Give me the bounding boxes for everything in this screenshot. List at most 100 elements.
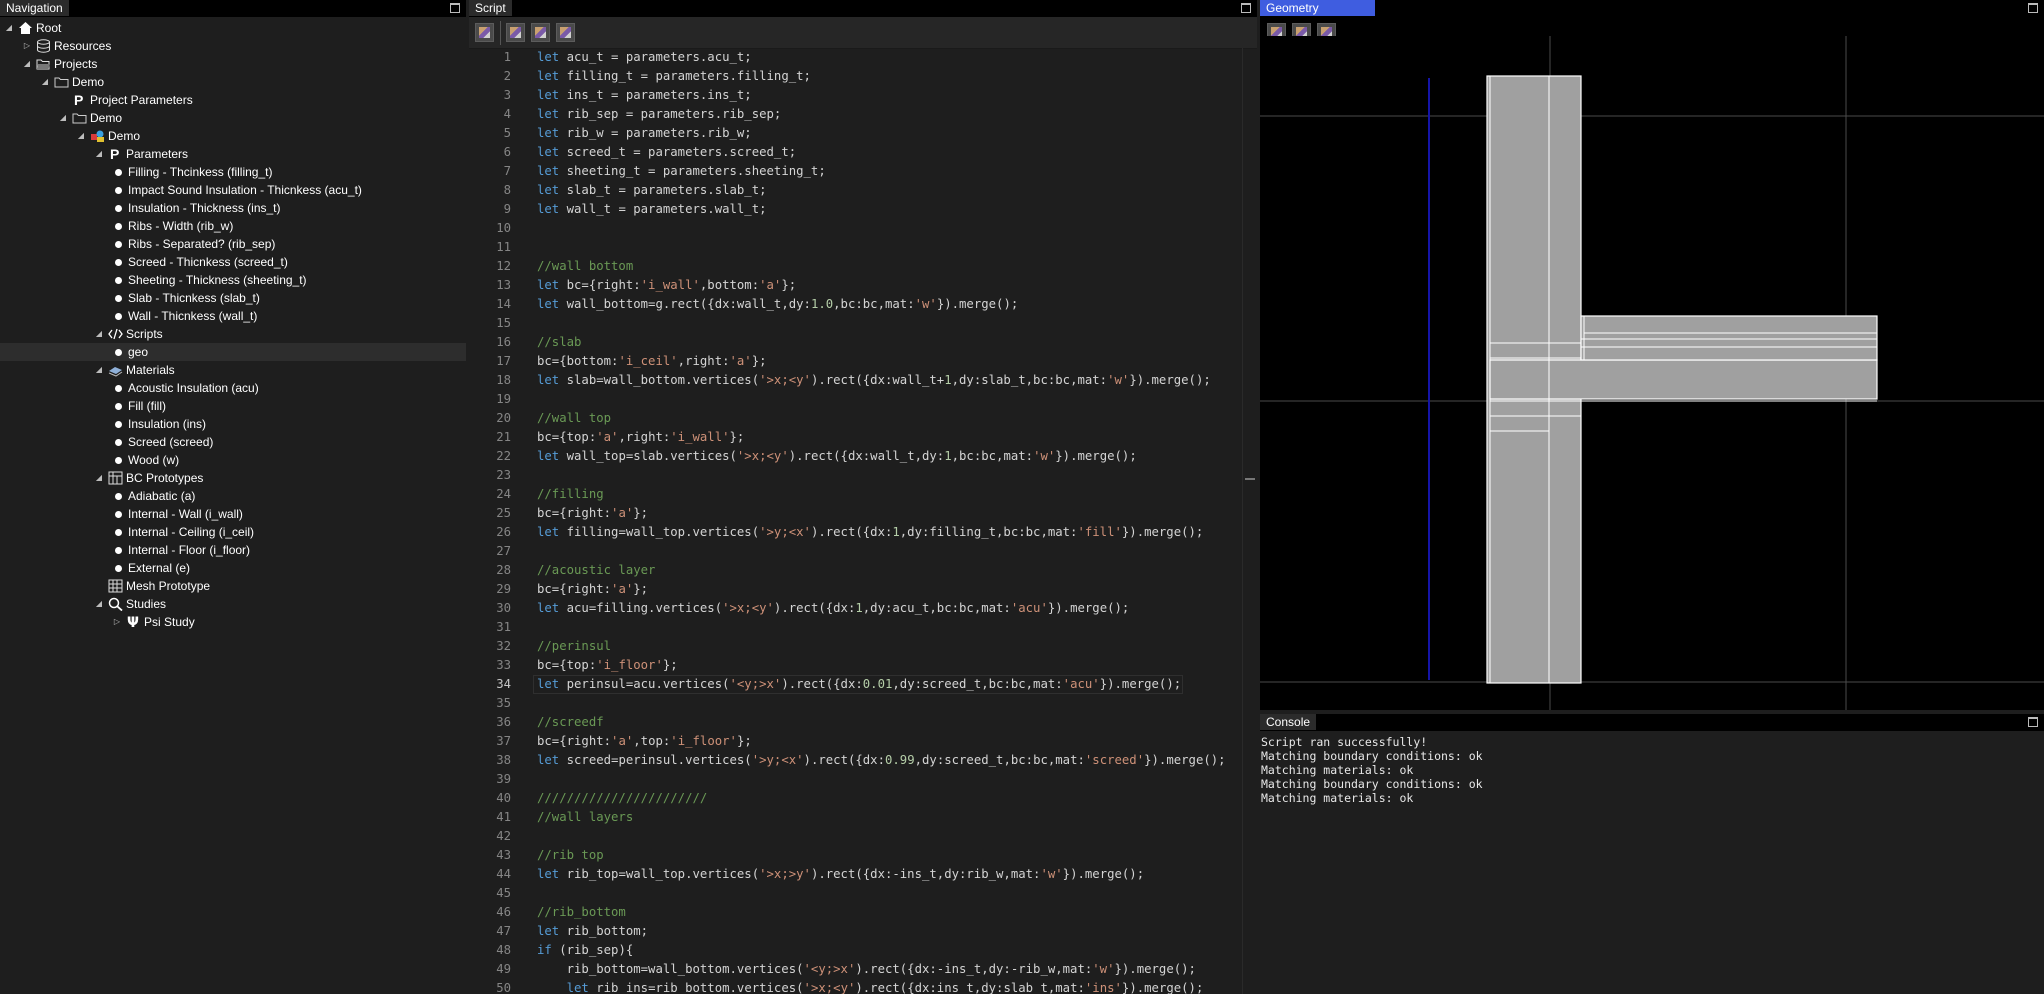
tree-item[interactable]: ◢ Projects bbox=[0, 55, 466, 73]
collapsed-arrow-icon[interactable]: ▷ bbox=[112, 613, 122, 631]
editor-scrollbar[interactable] bbox=[1242, 48, 1257, 994]
geometry-viewport[interactable] bbox=[1260, 36, 2044, 710]
tree-item[interactable]: Slab - Thicnkess (slab_t) bbox=[0, 289, 466, 307]
maximize-icon[interactable] bbox=[450, 3, 460, 13]
code-line[interactable]: 13 let bc={right:'i_wall',bottom:'a'}; bbox=[469, 276, 1257, 295]
tree-item[interactable]: Wall - Thicnkess (wall_t) bbox=[0, 307, 466, 325]
code-line[interactable]: 19 bbox=[469, 390, 1257, 409]
code-line[interactable]: 44 let rib_top=wall_top.vertices('>x;>y')… bbox=[469, 865, 1257, 884]
code-line[interactable]: 45 bbox=[469, 884, 1257, 903]
code-line[interactable]: 3 let ins_t = parameters.ins_t; bbox=[469, 86, 1257, 105]
code-line[interactable]: 41 //wall layers bbox=[469, 808, 1257, 827]
code-line[interactable]: 24 //filling bbox=[469, 485, 1257, 504]
tree-item[interactable]: ◢ Demo bbox=[0, 127, 466, 145]
code-line[interactable]: 48 if (rib_sep){ bbox=[469, 941, 1257, 960]
code-line[interactable]: 29 bc={right:'a'}; bbox=[469, 580, 1257, 599]
tree-item[interactable]: ◢ Studies bbox=[0, 595, 466, 613]
tree-item[interactable]: ◢ Scripts bbox=[0, 325, 466, 343]
code-line[interactable]: 49 rib_bottom=wall_bottom.vertices('<y;>… bbox=[469, 960, 1257, 979]
tree-item[interactable]: Internal - Ceiling (i_ceil) bbox=[0, 523, 466, 541]
tree-item[interactable]: ◢ P Parameters bbox=[0, 145, 466, 163]
collapsed-arrow-icon[interactable]: ▷ bbox=[22, 37, 32, 55]
expanded-arrow-icon[interactable]: ◢ bbox=[94, 469, 104, 487]
expanded-arrow-icon[interactable]: ◢ bbox=[94, 325, 104, 343]
tree-item[interactable]: Filling - Thcinkess (filling_t) bbox=[0, 163, 466, 181]
maximize-icon[interactable] bbox=[2028, 717, 2038, 727]
code-line[interactable]: 39 bbox=[469, 770, 1257, 789]
code-line[interactable]: 11 bbox=[469, 238, 1257, 257]
code-line[interactable]: 2 let filling_t = parameters.filling_t; bbox=[469, 67, 1257, 86]
maximize-icon[interactable] bbox=[2028, 3, 2038, 13]
tree-item[interactable]: Adiabatic (a) bbox=[0, 487, 466, 505]
code-line[interactable]: 7 let sheeting_t = parameters.sheeting_t; bbox=[469, 162, 1257, 181]
code-line[interactable]: 1 let acu_t = parameters.acu_t; bbox=[469, 48, 1257, 67]
tree-item[interactable]: ▷ Resources bbox=[0, 37, 466, 55]
code-line[interactable]: 5 let rib_w = parameters.rib_w; bbox=[469, 124, 1257, 143]
code-line[interactable]: 28 //acoustic layer bbox=[469, 561, 1257, 580]
code-line[interactable]: 50 let rib_ins=rib_bottom.vertices('>x;<… bbox=[469, 979, 1257, 994]
tree-item[interactable]: Insulation (ins) bbox=[0, 415, 466, 433]
tree-item[interactable]: ◢ Demo bbox=[0, 73, 466, 91]
expanded-arrow-icon[interactable]: ◢ bbox=[22, 55, 32, 73]
code-line[interactable]: 12 //wall bottom bbox=[469, 257, 1257, 276]
code-line[interactable]: 40 /////////////////////// bbox=[469, 789, 1257, 808]
tree-item[interactable]: geo bbox=[0, 343, 466, 361]
tree-item[interactable]: Wood (w) bbox=[0, 451, 466, 469]
geometry-canvas[interactable] bbox=[1260, 36, 2044, 710]
tree-item[interactable]: Screed - Thicnkess (screed_t) bbox=[0, 253, 466, 271]
tree-item[interactable]: Internal - Wall (i_wall) bbox=[0, 505, 466, 523]
code-line[interactable]: 20 //wall top bbox=[469, 409, 1257, 428]
code-line[interactable]: 22 let wall_top=slab.vertices('>x;<y').re… bbox=[469, 447, 1257, 466]
expanded-arrow-icon[interactable]: ◢ bbox=[94, 145, 104, 163]
code-line[interactable]: 35 bbox=[469, 694, 1257, 713]
code-line[interactable]: 14 let wall_bottom=g.rect({dx:wall_t,dy:1… bbox=[469, 295, 1257, 314]
code-line[interactable]: 38 let screed=perinsul.vertices('>y;<x').… bbox=[469, 751, 1257, 770]
tree-item[interactable]: Screed (screed) bbox=[0, 433, 466, 451]
tree-item[interactable]: ◢ Materials bbox=[0, 361, 466, 379]
tree-item[interactable]: ▷ Ψ Psi Study bbox=[0, 613, 466, 631]
code-line[interactable]: 27 bbox=[469, 542, 1257, 561]
tree-item[interactable]: Mesh Prototype bbox=[0, 577, 466, 595]
maximize-icon[interactable] bbox=[1241, 3, 1251, 13]
navigation-tab[interactable]: Navigation bbox=[0, 0, 69, 16]
tree-item[interactable]: Acoustic Insulation (acu) bbox=[0, 379, 466, 397]
run-script-button[interactable] bbox=[475, 23, 494, 42]
tree-item[interactable]: ◢ BC Prototypes bbox=[0, 469, 466, 487]
tree-item[interactable]: ◢ Root bbox=[0, 19, 466, 37]
tree-item[interactable]: P Project Parameters bbox=[0, 91, 466, 109]
code-line[interactable]: 16 //slab bbox=[469, 333, 1257, 352]
expanded-arrow-icon[interactable]: ◢ bbox=[40, 73, 50, 91]
expanded-arrow-icon[interactable]: ◢ bbox=[94, 361, 104, 379]
tree-item[interactable]: Internal - Floor (i_floor) bbox=[0, 541, 466, 559]
console-tab[interactable]: Console bbox=[1260, 714, 1317, 730]
expanded-arrow-icon[interactable]: ◢ bbox=[4, 19, 14, 37]
code-line[interactable]: 42 bbox=[469, 827, 1257, 846]
code-line[interactable]: 36 //screedf bbox=[469, 713, 1257, 732]
tree-item[interactable]: Impact Sound Insulation - Thicnkess (acu… bbox=[0, 181, 466, 199]
geometry-tab[interactable]: Geometry bbox=[1260, 0, 1375, 16]
tree-item[interactable]: Fill (fill) bbox=[0, 397, 466, 415]
tree-item[interactable]: Ribs - Width (rib_w) bbox=[0, 217, 466, 235]
code-line[interactable]: 18 let slab=wall_bottom.vertices('>x;<y')… bbox=[469, 371, 1257, 390]
code-line[interactable]: 25 bc={right:'a'}; bbox=[469, 504, 1257, 523]
tree-item[interactable]: Sheeting - Thickness (sheeting_t) bbox=[0, 271, 466, 289]
code-line[interactable]: 33 bc={top:'i_floor'}; bbox=[469, 656, 1257, 675]
code-line[interactable]: 26 let filling=wall_top.vertices('>y;<x')… bbox=[469, 523, 1257, 542]
code-line[interactable]: 43 //rib top bbox=[469, 846, 1257, 865]
code-editor[interactable]: 1 let acu_t = parameters.acu_t; 2 let filli… bbox=[469, 48, 1257, 994]
code-line[interactable]: 10 bbox=[469, 219, 1257, 238]
code-line[interactable]: 47 let rib_bottom; bbox=[469, 922, 1257, 941]
code-line[interactable]: 8 let slab_t = parameters.slab_t; bbox=[469, 181, 1257, 200]
expanded-arrow-icon[interactable]: ◢ bbox=[94, 595, 104, 613]
code-line[interactable]: 34 let perinsul=acu.vertices('<y;>x').rec… bbox=[469, 675, 1257, 694]
tree-item[interactable]: ◢ Demo bbox=[0, 109, 466, 127]
expanded-arrow-icon[interactable]: ◢ bbox=[76, 127, 86, 145]
code-line[interactable]: 15 bbox=[469, 314, 1257, 333]
code-line[interactable]: 9 let wall_t = parameters.wall_t; bbox=[469, 200, 1257, 219]
code-line[interactable]: 6 let screed_t = parameters.screed_t; bbox=[469, 143, 1257, 162]
tree-item[interactable]: External (e) bbox=[0, 559, 466, 577]
code-line[interactable]: 21 bc={top:'a',right:'i_wall'}; bbox=[469, 428, 1257, 447]
script-tab[interactable]: Script bbox=[469, 0, 512, 16]
code-line[interactable]: 30 let acu=filling.vertices('>x;<y').rect… bbox=[469, 599, 1257, 618]
expanded-arrow-icon[interactable]: ◢ bbox=[58, 109, 68, 127]
